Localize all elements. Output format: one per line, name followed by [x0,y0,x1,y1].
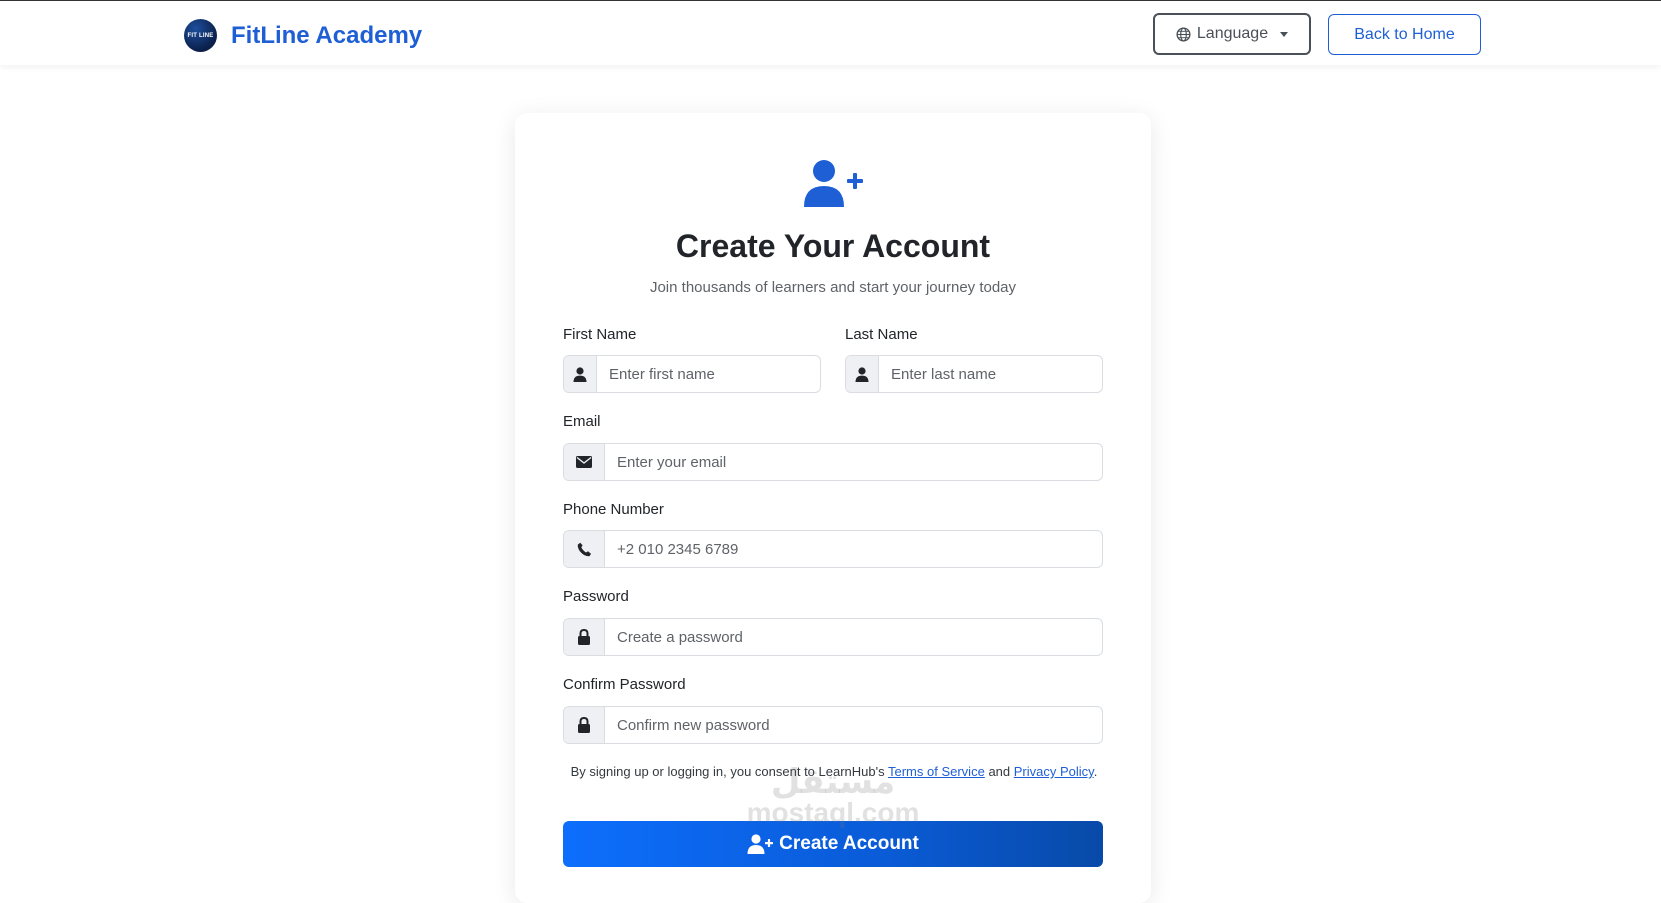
user-icon [573,366,587,382]
brand-logo-text: FIT LINE [187,32,214,39]
confirm-password-addon [564,707,605,743]
terms-and: and [988,764,1011,779]
terms-prefix: By signing up or logging in, you consent… [570,764,885,779]
create-account-label: Create Account [779,833,919,854]
last-name-input[interactable] [879,356,1102,392]
brand-logo: FIT LINE [184,19,217,52]
first-name-input[interactable] [597,356,820,392]
confirm-password-group [563,706,1103,744]
page-subtitle: Join thousands of learners and start you… [649,279,1017,296]
back-to-home-button[interactable]: Back to Home [1328,14,1481,55]
globe-icon [1176,26,1191,42]
terms-notice: By signing up or logging in, you consent… [567,761,1101,783]
signup-card: Create Your Account Join thousands of le… [515,113,1151,903]
terms-suffix: . [1093,764,1098,779]
brand-name: FitLine Academy [231,21,423,49]
password-input[interactable] [605,619,1102,655]
lock-icon [578,629,590,645]
first-name-addon [564,356,597,392]
caret-down-icon [1280,31,1289,37]
phone-icon [577,542,591,556]
user-plus-icon [747,834,774,854]
confirm-password-input[interactable] [605,707,1102,743]
navbar: FIT LINE FitLine Academy Language Back t… [0,1,1661,65]
terms-of-service-link[interactable]: Terms of Service [888,764,985,779]
page-title: Create Your Account [675,228,991,264]
phone-input[interactable] [605,531,1102,567]
phone-group [563,530,1103,568]
phone-label: Phone Number [563,501,664,518]
password-group [563,618,1103,656]
email-label: Email [563,413,601,430]
password-addon [564,619,605,655]
password-label: Password [563,588,629,605]
phone-addon [564,531,605,567]
create-account-button[interactable]: Create Account [563,821,1103,867]
last-name-group [845,355,1103,393]
user-plus-icon [804,160,863,207]
email-group [563,443,1103,481]
email-input[interactable] [605,444,1102,480]
language-label: Language [1196,25,1269,42]
lock-icon [578,717,590,733]
envelope-icon [576,456,592,468]
last-name-label: Last Name [845,326,918,343]
email-addon [564,444,605,480]
confirm-password-label: Confirm Password [563,676,686,693]
first-name-label: First Name [563,326,637,343]
language-dropdown-button[interactable]: Language [1153,13,1311,55]
first-name-group [563,355,821,393]
user-icon [855,366,869,382]
brand[interactable]: FIT LINE FitLine Academy [184,19,422,52]
back-to-home-label: Back to Home [1354,25,1455,43]
last-name-addon [846,356,879,392]
privacy-policy-link[interactable]: Privacy Policy [1014,764,1094,779]
